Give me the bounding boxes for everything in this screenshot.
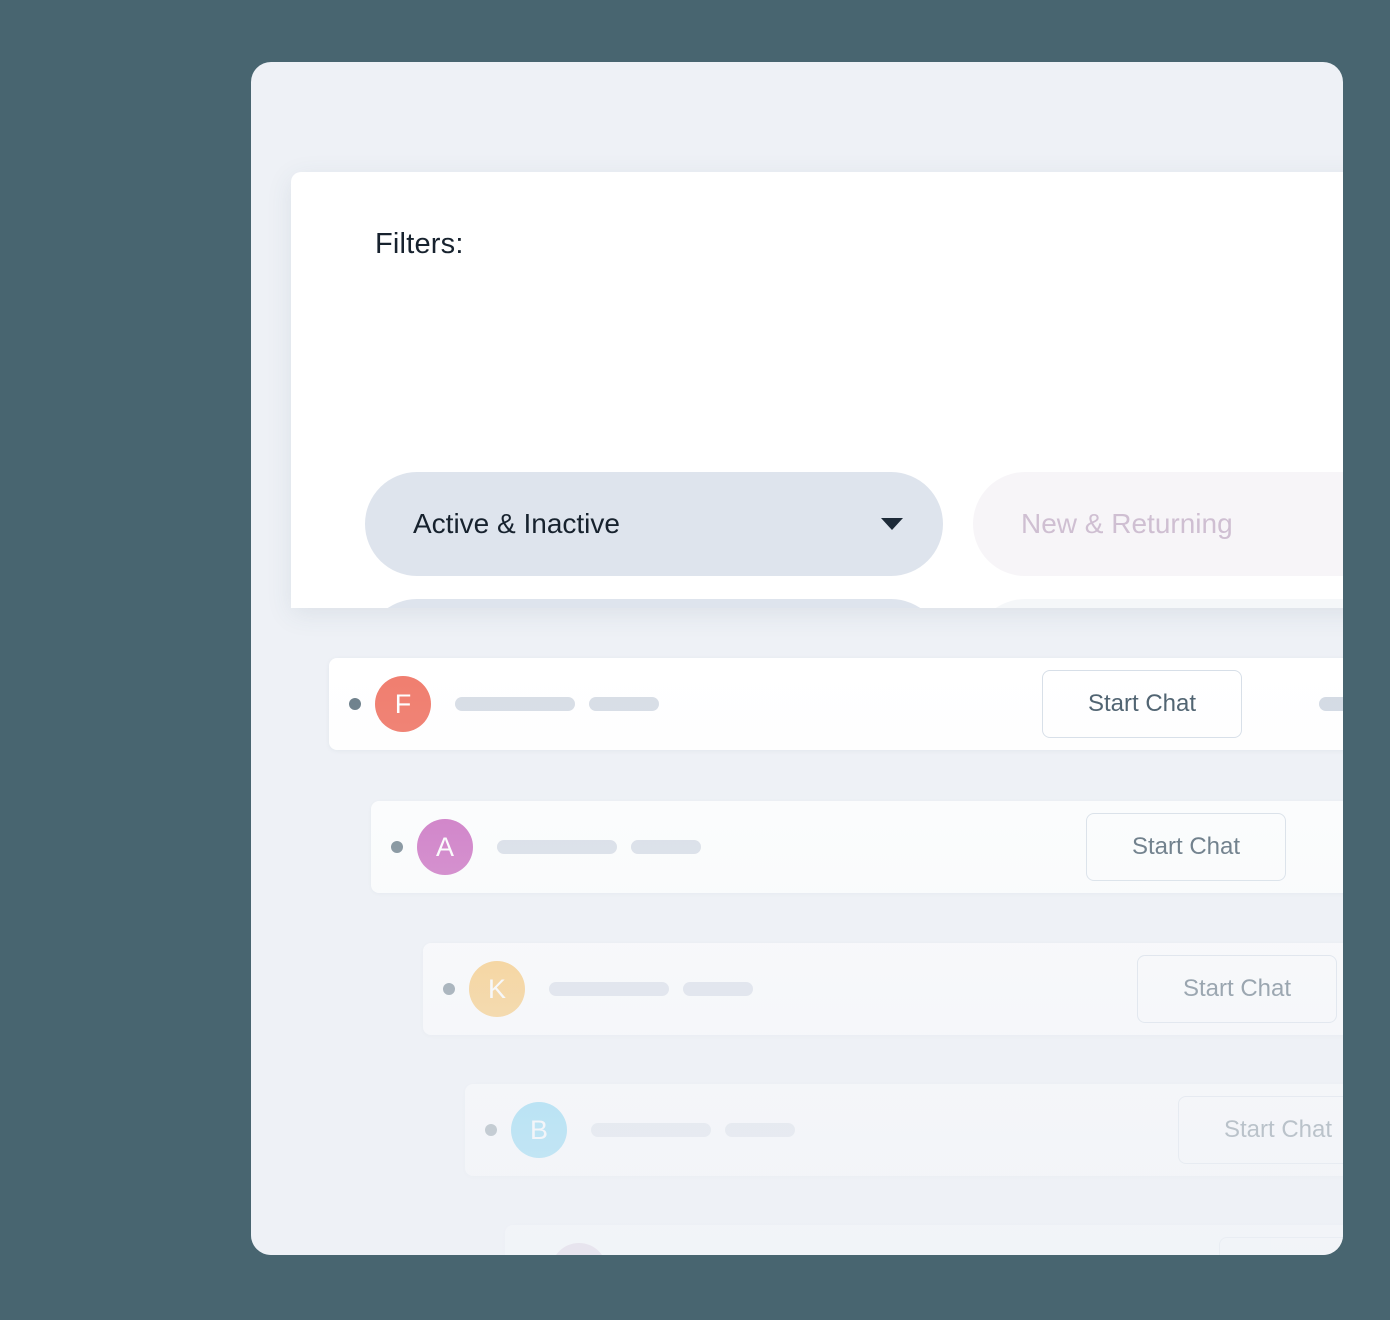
- meta-placeholder-bar: [589, 697, 659, 711]
- meta-placeholder-bar: [683, 982, 753, 996]
- status-filter-value: Active & Inactive: [413, 508, 620, 539]
- status-dot-icon: [349, 698, 361, 710]
- detail-placeholder-bar: [1319, 697, 1343, 711]
- start-chat-button[interactable]: Start Chat: [1086, 813, 1286, 881]
- visitor-type-filter-dropdown[interactable]: New & Returning: [973, 472, 1343, 576]
- visitor-type-filter-value: New & Returning: [1021, 508, 1233, 539]
- chevron-down-icon: [881, 518, 903, 530]
- page-title: Filters:: [375, 228, 464, 260]
- name-placeholder-bar: [497, 840, 617, 854]
- country-filter-dropdown[interactable]: Any country: [365, 599, 943, 608]
- table-row[interactable]: B Start Chat: [465, 1084, 1343, 1176]
- start-chat-button[interactable]: Start Chat: [1219, 1237, 1343, 1255]
- filters-card: Filters: Active & Inactive New & Returni…: [291, 172, 1343, 608]
- table-row[interactable]: R Start Chat: [505, 1225, 1343, 1255]
- row-content: R: [505, 1225, 1343, 1255]
- avatar: R: [551, 1243, 607, 1255]
- meta-placeholder-bar: [725, 1123, 795, 1137]
- status-filter-dropdown[interactable]: Active & Inactive: [365, 472, 943, 576]
- meta-placeholder-bar: [631, 840, 701, 854]
- avatar: A: [417, 819, 473, 875]
- avatar: K: [469, 961, 525, 1017]
- name-placeholder-bar: [455, 697, 575, 711]
- avatar: F: [375, 676, 431, 732]
- table-row[interactable]: F Start Chat: [329, 658, 1343, 750]
- status-dot-icon: [485, 1124, 497, 1136]
- table-row[interactable]: K Start Chat: [423, 943, 1343, 1035]
- status-dot-icon: [391, 841, 403, 853]
- avatar: B: [511, 1102, 567, 1158]
- status-dot-icon: [443, 983, 455, 995]
- name-placeholder-bar: [549, 982, 669, 996]
- start-chat-button[interactable]: Start Chat: [1178, 1096, 1343, 1164]
- start-chat-button[interactable]: Start Chat: [1042, 670, 1242, 738]
- table-row[interactable]: A Start Chat: [371, 801, 1343, 893]
- start-chat-button[interactable]: Start Chat: [1137, 955, 1337, 1023]
- name-placeholder-bar: [591, 1123, 711, 1137]
- sort-filter-dropdown[interactable]: Entered - Newest: [973, 599, 1343, 608]
